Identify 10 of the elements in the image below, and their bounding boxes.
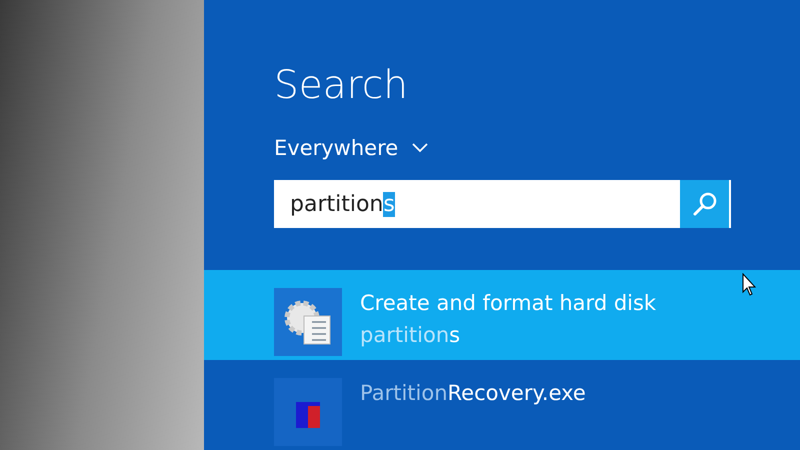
pane-title: Search xyxy=(274,62,408,110)
scope-dropdown[interactable]: Everywhere xyxy=(274,136,428,160)
chevron-icon xyxy=(412,143,428,153)
result-name: PartitionRecovery.exe xyxy=(360,380,586,407)
search-icon xyxy=(692,191,718,217)
search-field[interactable]: partitions xyxy=(274,180,731,228)
search-button[interactable] xyxy=(680,180,729,228)
result-title: Create and format hard disk xyxy=(360,290,656,317)
result-name: partitions xyxy=(360,322,462,349)
mouse-pointer-icon xyxy=(742,273,756,297)
